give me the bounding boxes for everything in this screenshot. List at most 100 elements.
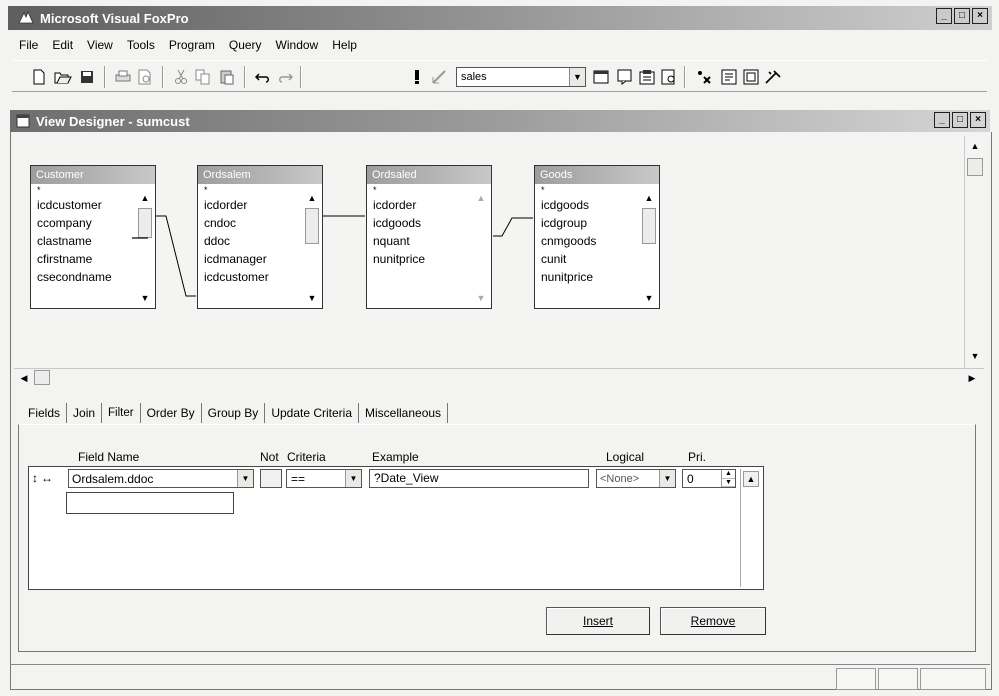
field-item[interactable]: *: [367, 186, 473, 196]
paste-icon[interactable]: [218, 68, 236, 86]
scroll-thumb[interactable]: [305, 208, 319, 244]
maximize-button[interactable]: □: [954, 8, 970, 24]
table-ordsaled[interactable]: Ordsaled * icdorder icdgoods nquant nuni…: [366, 165, 492, 309]
table-title[interactable]: Ordsaled: [367, 166, 491, 184]
chevron-down-icon[interactable]: ▼: [345, 470, 361, 487]
table-scrollbar[interactable]: ▲ ▼: [473, 186, 489, 306]
scroll-thumb[interactable]: [967, 158, 983, 176]
save-icon[interactable]: [78, 68, 96, 86]
diagram-vertical-scrollbar[interactable]: ▲ ▼: [964, 136, 984, 368]
scroll-down-arrow-icon[interactable]: ▼: [137, 290, 153, 306]
menu-edit[interactable]: Edit: [45, 36, 80, 56]
scroll-up-arrow-icon[interactable]: ▲: [967, 138, 983, 154]
new-file-icon[interactable]: [30, 68, 48, 86]
view-designer-title-bar[interactable]: View Designer - sumcust _ □ ×: [10, 110, 990, 132]
form-window-icon[interactable]: [592, 68, 610, 86]
filter-example-input[interactable]: ?Date_View: [369, 469, 589, 488]
chevron-down-icon[interactable]: ▼: [237, 470, 253, 487]
cut-icon[interactable]: [172, 68, 190, 86]
table-title[interactable]: Ordsalem: [198, 166, 322, 184]
chevron-down-icon[interactable]: ▼: [659, 470, 675, 487]
spin-up-icon[interactable]: ▲: [722, 470, 735, 479]
field-item[interactable]: nunitprice: [367, 250, 473, 268]
scroll-thumb[interactable]: [642, 208, 656, 244]
table-scrollbar[interactable]: ▲ ▼: [304, 186, 320, 306]
field-item[interactable]: *: [31, 186, 137, 196]
print-icon[interactable]: [114, 68, 132, 86]
field-item[interactable]: cndoc: [198, 214, 304, 232]
table-customer[interactable]: Customer * icdcustomer ccompany clastnam…: [30, 165, 156, 309]
scroll-right-arrow-icon[interactable]: ▶: [964, 370, 980, 386]
scroll-left-arrow-icon[interactable]: ◀: [16, 370, 32, 386]
field-item[interactable]: nquant: [367, 232, 473, 250]
tab-group-by[interactable]: Group By: [202, 403, 266, 423]
field-item[interactable]: cunit: [535, 250, 641, 268]
field-item[interactable]: csecondname: [31, 268, 137, 286]
filter-criteria-combo[interactable]: == ▼: [286, 469, 362, 488]
diagram-horizontal-scrollbar[interactable]: ◀ ▶: [14, 368, 984, 386]
field-item[interactable]: cnmgoods: [535, 232, 641, 250]
wizard-icon[interactable]: [764, 68, 782, 86]
field-item[interactable]: ccompany: [31, 214, 137, 232]
scroll-up-arrow-icon[interactable]: ▲: [743, 471, 759, 487]
menu-tools[interactable]: Tools: [120, 36, 162, 56]
designer-close-button[interactable]: ×: [970, 112, 986, 128]
table-scrollbar[interactable]: ▲ ▼: [137, 186, 153, 306]
menu-file[interactable]: File: [12, 36, 45, 56]
menu-window[interactable]: Window: [269, 36, 326, 56]
filter-not-toggle[interactable]: [260, 469, 282, 488]
chevron-down-icon[interactable]: ▼: [569, 68, 585, 86]
modify-form-icon[interactable]: [430, 68, 448, 86]
menu-view[interactable]: View: [80, 36, 120, 56]
tab-miscellaneous[interactable]: Miscellaneous: [359, 403, 449, 423]
scroll-up-arrow-icon[interactable]: ▲: [641, 190, 657, 206]
run-icon[interactable]: [408, 68, 426, 86]
filter-new-row[interactable]: [66, 492, 234, 514]
filter-grid-scrollbar[interactable]: ▲: [740, 469, 760, 587]
field-item[interactable]: clastname: [31, 232, 137, 250]
redo-icon[interactable]: [276, 68, 294, 86]
scroll-thumb[interactable]: [138, 208, 152, 238]
scroll-down-arrow-icon[interactable]: ▼: [304, 290, 320, 306]
table-title[interactable]: Goods: [535, 166, 659, 184]
remove-button[interactable]: Remove: [660, 607, 766, 635]
scroll-down-arrow-icon[interactable]: ▼: [641, 290, 657, 306]
filter-field-name-combo[interactable]: Ordsalem.ddoc ▼: [68, 469, 254, 488]
close-button[interactable]: ×: [972, 8, 988, 24]
minimize-button[interactable]: _: [936, 8, 952, 24]
menu-query[interactable]: Query: [222, 36, 269, 56]
field-item[interactable]: *: [198, 186, 304, 196]
spin-down-icon[interactable]: ▼: [722, 479, 735, 487]
database-designer-icon[interactable]: [720, 68, 738, 86]
menu-program[interactable]: Program: [162, 36, 222, 56]
tab-join[interactable]: Join: [67, 403, 103, 423]
properties-icon[interactable]: [638, 68, 656, 86]
command-window-icon[interactable]: [616, 68, 634, 86]
tab-update-criteria[interactable]: Update Criteria: [265, 403, 360, 423]
row-move-vertical-icon[interactable]: ↕: [32, 471, 38, 485]
field-item[interactable]: icdmanager: [198, 250, 304, 268]
field-item[interactable]: ddoc: [198, 232, 304, 250]
field-item[interactable]: icdcustomer: [198, 268, 304, 286]
scroll-up-arrow-icon[interactable]: ▲: [137, 190, 153, 206]
filter-logical-combo[interactable]: <None> ▼: [596, 469, 676, 488]
table-goods[interactable]: Goods * icdgoods icdgroup cnmgoods cunit…: [534, 165, 660, 309]
table-scrollbar[interactable]: ▲ ▼: [641, 186, 657, 306]
form-designer-icon[interactable]: [742, 68, 760, 86]
row-move-horizontal-icon[interactable]: ↔: [41, 471, 53, 485]
scroll-down-arrow-icon[interactable]: ▼: [967, 348, 983, 364]
tab-filter[interactable]: Filter: [102, 403, 141, 423]
undo-icon[interactable]: [254, 68, 272, 86]
scroll-down-arrow-icon[interactable]: ▼: [473, 290, 489, 306]
field-item[interactable]: icdgoods: [367, 214, 473, 232]
table-title[interactable]: Customer: [31, 166, 155, 184]
field-item[interactable]: icdcustomer: [31, 196, 137, 214]
scroll-up-arrow-icon[interactable]: ▲: [304, 190, 320, 206]
tab-fields[interactable]: Fields: [22, 403, 68, 423]
data-session-icon[interactable]: [660, 68, 678, 86]
copy-icon[interactable]: [194, 68, 212, 86]
open-folder-icon[interactable]: [54, 68, 72, 86]
designer-minimize-button[interactable]: _: [934, 112, 950, 128]
table-ordsalem[interactable]: Ordsalem * icdorder cndoc ddoc icdmanage…: [197, 165, 323, 309]
field-item[interactable]: *: [535, 186, 641, 196]
